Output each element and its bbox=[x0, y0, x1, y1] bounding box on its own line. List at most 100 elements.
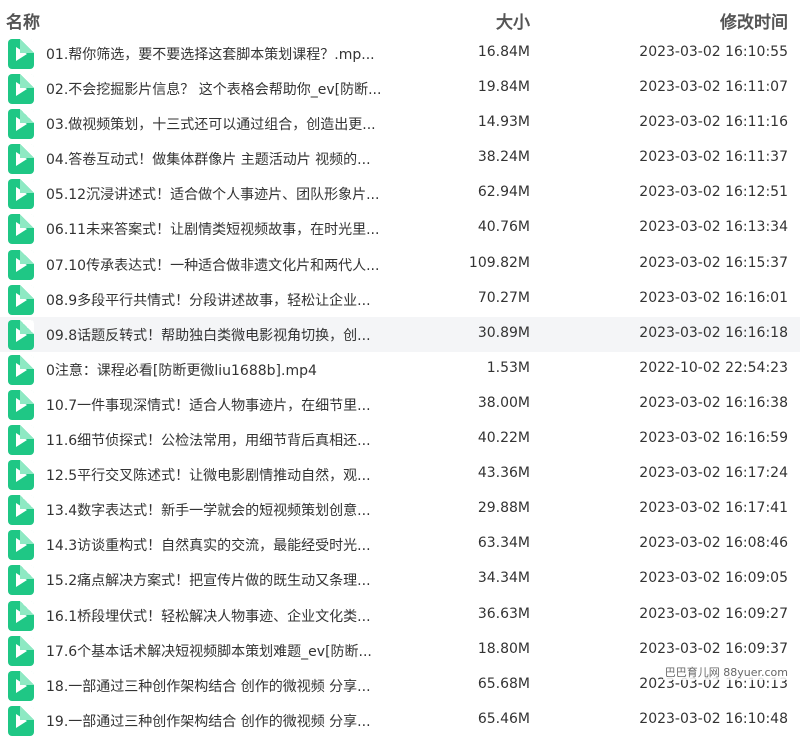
file-name[interactable]: 02.不会挖掘影片信息？ 这个表格会帮助你_ev[防断... bbox=[46, 79, 381, 99]
play-icon bbox=[16, 152, 27, 167]
file-size: 14.93M bbox=[477, 114, 530, 131]
file-modified-time: 2023-03-02 16:15:37 bbox=[639, 254, 788, 271]
file-row[interactable]: 02.不会挖掘影片信息？ 这个表格会帮助你_ev[防断... 19.84M 2023… bbox=[0, 71, 800, 106]
file-modified-time: 2023-03-02 16:13:34 bbox=[639, 219, 788, 236]
file-row[interactable]: 13.4数字表达式！新手一学就会的短视频策划创意... 29.88M 2023-03… bbox=[0, 492, 800, 527]
file-row[interactable]: 03.做视频策划，十三式还可以通过组合，创造出更... 14.93M 2023-03… bbox=[0, 106, 800, 141]
file-name[interactable]: 01.帮你筛选，要不要选择这套脚本策划课程？.mp... bbox=[46, 44, 375, 64]
file-name[interactable]: 14.3访谈重构式！自然真实的交流，最能经受时光... bbox=[46, 535, 371, 555]
file-row[interactable]: 17.6个基本话术解决短视频脚本策划难题_ev[防断... 18.80M 2023-… bbox=[0, 633, 800, 668]
file-modified-time: 2023-03-02 16:17:41 bbox=[639, 500, 788, 517]
file-size: 40.76M bbox=[477, 219, 530, 236]
file-row[interactable]: 15.2痛点解决方案式！把宣传片做的既生动又条理... 34.34M 2023-03… bbox=[0, 562, 800, 597]
file-modified-time: 2023-03-02 16:16:38 bbox=[639, 394, 788, 411]
file-row[interactable]: 08.9多段平行共情式！分段讲述故事，轻松让企业... 70.27M 2023-03… bbox=[0, 282, 800, 317]
file-name[interactable]: 09.8话题反转式！帮助独白类微电影视角切换，创... bbox=[46, 325, 371, 345]
file-name[interactable]: 04.答卷互动式！做集体群像片 主题活动片 视频的... bbox=[46, 149, 371, 169]
video-file-icon bbox=[8, 109, 34, 140]
file-name[interactable]: 05.12沉浸讲述式！适合做个人事迹片、团队形象片... bbox=[46, 184, 379, 204]
play-icon bbox=[16, 643, 27, 658]
video-file-icon bbox=[8, 74, 34, 105]
file-size: 43.36M bbox=[477, 465, 530, 482]
file-row[interactable]: 0注意：课程必看[防断更微liu1688b].mp4 1.53M 2022-10-0… bbox=[0, 352, 800, 387]
file-size: 109.82M bbox=[468, 254, 530, 271]
file-row[interactable]: 07.10传承表达式！一种适合做非遗文化片和两代人... 109.82M 2023-… bbox=[0, 247, 800, 282]
video-file-icon bbox=[8, 495, 34, 526]
file-name[interactable]: 19.一部通过三种创作架构结合 创作的微视频 分享... bbox=[46, 711, 371, 731]
play-icon bbox=[16, 678, 27, 693]
file-modified-time: 2023-03-02 16:08:46 bbox=[639, 535, 788, 552]
video-file-icon bbox=[8, 425, 34, 456]
file-name[interactable]: 18.一部通过三种创作架构结合 创作的微视频 分享... bbox=[46, 676, 371, 696]
column-header-name[interactable]: 名称 bbox=[6, 8, 40, 33]
play-icon bbox=[16, 573, 27, 588]
play-icon bbox=[16, 117, 27, 132]
file-row[interactable]: 12.5平行交叉陈述式！让微电影剧情推动自然，观... 43.36M 2023-03… bbox=[0, 457, 800, 492]
video-file-icon bbox=[8, 319, 34, 350]
file-size: 16.84M bbox=[477, 44, 530, 60]
file-size: 34.34M bbox=[477, 570, 530, 587]
video-file-icon bbox=[8, 635, 34, 666]
video-file-icon bbox=[8, 389, 34, 420]
column-header-modified[interactable]: 修改时间 bbox=[720, 8, 788, 33]
file-list: 01.帮你筛选，要不要选择这套脚本策划课程？.mp... 16.84M 2023-0… bbox=[0, 36, 800, 738]
play-icon bbox=[16, 468, 27, 483]
play-icon bbox=[16, 187, 27, 202]
file-size: 38.24M bbox=[477, 149, 530, 166]
file-modified-time: 2023-03-02 16:09:05 bbox=[639, 570, 788, 587]
video-file-icon bbox=[8, 39, 34, 69]
file-name[interactable]: 03.做视频策划，十三式还可以通过组合，创造出更... bbox=[46, 114, 376, 134]
file-size: 18.80M bbox=[477, 640, 530, 657]
file-name[interactable]: 17.6个基本话术解决短视频脚本策划难题_ev[防断... bbox=[46, 641, 372, 661]
video-file-icon bbox=[8, 670, 34, 701]
video-file-icon bbox=[8, 179, 34, 210]
file-row[interactable]: 04.答卷互动式！做集体群像片 主题活动片 视频的... 38.24M 2023-0… bbox=[0, 141, 800, 176]
play-icon bbox=[16, 713, 27, 728]
file-size: 30.89M bbox=[477, 324, 530, 341]
file-row[interactable]: 01.帮你筛选，要不要选择这套脚本策划课程？.mp... 16.84M 2023-0… bbox=[0, 36, 800, 71]
video-file-icon bbox=[8, 144, 34, 175]
file-modified-time: 2023-03-02 16:12:51 bbox=[639, 184, 788, 201]
file-row[interactable]: 06.11未来答案式！让剧情类短视频故事，在时光里... 40.76M 2023-0… bbox=[0, 211, 800, 246]
video-file-icon bbox=[8, 565, 34, 596]
file-modified-time: 2023-03-02 16:11:16 bbox=[639, 114, 788, 131]
file-name[interactable]: 10.7一件事现深情式！适合人物事迹片，在细节里... bbox=[46, 395, 371, 415]
file-modified-time: 2023-03-02 16:09:37 bbox=[639, 640, 788, 657]
play-icon bbox=[16, 327, 27, 342]
file-row[interactable]: 05.12沉浸讲述式！适合做个人事迹片、团队形象片... 62.94M 2023-0… bbox=[0, 176, 800, 211]
file-size: 65.68M bbox=[477, 675, 530, 692]
file-modified-time: 2023-03-02 16:09:27 bbox=[639, 605, 788, 622]
file-size: 63.34M bbox=[477, 535, 530, 552]
play-icon bbox=[16, 433, 27, 448]
file-name[interactable]: 13.4数字表达式！新手一学就会的短视频策划创意... bbox=[46, 500, 371, 520]
video-file-icon bbox=[8, 600, 34, 631]
file-size: 38.00M bbox=[477, 394, 530, 411]
file-name[interactable]: 11.6细节侦探式！公检法常用，用细节背后真相还... bbox=[46, 430, 371, 450]
file-list-header: 名称 大小 修改时间 bbox=[0, 0, 800, 36]
file-row[interactable]: 10.7一件事现深情式！适合人物事迹片，在细节里... 38.00M 2023-03… bbox=[0, 387, 800, 422]
file-name[interactable]: 16.1桥段埋伏式！轻松解决人物事迹、企业文化类... bbox=[46, 606, 371, 626]
file-size: 62.94M bbox=[477, 184, 530, 201]
file-modified-time: 2023-03-02 16:16:01 bbox=[639, 289, 788, 306]
file-size: 19.84M bbox=[477, 79, 530, 96]
file-row[interactable]: 16.1桥段埋伏式！轻松解决人物事迹、企业文化类... 36.63M 2023-03… bbox=[0, 598, 800, 633]
column-header-size[interactable]: 大小 bbox=[496, 8, 530, 33]
play-icon bbox=[16, 608, 27, 623]
file-name[interactable]: 0注意：课程必看[防断更微liu1688b].mp4 bbox=[46, 360, 317, 380]
file-row[interactable]: 14.3访谈重构式！自然真实的交流，最能经受时光... 63.34M 2023-03… bbox=[0, 527, 800, 562]
file-name[interactable]: 08.9多段平行共情式！分段讲述故事，轻松让企业... bbox=[46, 290, 371, 310]
file-row[interactable]: 09.8话题反转式！帮助独白类微电影视角切换，创... 30.89M 2023-03… bbox=[0, 316, 800, 352]
file-name[interactable]: 15.2痛点解决方案式！把宣传片做的既生动又条理... bbox=[46, 570, 371, 590]
file-name[interactable]: 06.11未来答案式！让剧情类短视频故事，在时光里... bbox=[46, 219, 379, 239]
play-icon bbox=[16, 292, 27, 307]
file-size: 70.27M bbox=[477, 289, 530, 306]
file-modified-time: 2023-03-02 16:11:07 bbox=[639, 79, 788, 96]
play-icon bbox=[16, 222, 27, 237]
play-icon bbox=[16, 47, 27, 61]
file-name[interactable]: 07.10传承表达式！一种适合做非遗文化片和两代人... bbox=[46, 255, 379, 275]
file-modified-time: 2023-03-02 16:11:37 bbox=[639, 149, 788, 166]
file-name[interactable]: 12.5平行交叉陈述式！让微电影剧情推动自然，观... bbox=[46, 465, 371, 485]
play-icon bbox=[16, 503, 27, 518]
file-row[interactable]: 11.6细节侦探式！公检法常用，用细节背后真相还... 40.22M 2023-03… bbox=[0, 422, 800, 457]
file-row[interactable]: 19.一部通过三种创作架构结合 创作的微视频 分享... 65.46M 2023-0… bbox=[0, 703, 800, 738]
